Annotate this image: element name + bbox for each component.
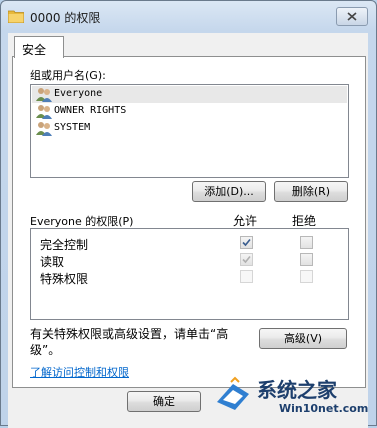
deny-checkbox[interactable] — [300, 270, 313, 283]
deny-checkbox[interactable] — [300, 236, 313, 249]
permission-row: 完全控制 — [31, 234, 348, 250]
user-name: OWNER RIGHTS — [54, 105, 126, 116]
allow-checkbox[interactable] — [240, 253, 253, 266]
permissions-list: 完全控制 读取 特殊权限 — [30, 228, 349, 320]
user-name: Everyone — [54, 88, 102, 99]
site-logo-icon — [213, 376, 253, 416]
users-list[interactable]: Everyone OWNER RIGHTS SYSTEM — [30, 84, 349, 178]
advanced-hint-line1: 有关特殊权限或高级设置，请单击“高 — [30, 325, 228, 342]
watermark-title: 系统之家 — [257, 374, 337, 403]
remove-button[interactable]: 删除(R) — [274, 181, 348, 202]
permissions-label: Everyone 的权限(P) — [30, 213, 133, 229]
watermark: 系统之家 Win10net.com — [213, 372, 373, 420]
permission-row: 特殊权限 — [31, 268, 348, 284]
users-group-icon — [36, 87, 52, 102]
group-users-label: 组或用户名(G): — [30, 67, 106, 83]
user-name: SYSTEM — [54, 122, 90, 133]
allow-header: 允许 — [233, 212, 257, 229]
close-button[interactable] — [336, 7, 368, 26]
permission-name: 特殊权限 — [40, 270, 88, 287]
checkmark-icon — [242, 238, 251, 247]
window-title: 0000 的权限 — [30, 9, 100, 26]
advanced-button[interactable]: 高级(V) — [259, 328, 347, 349]
deny-checkbox[interactable] — [300, 253, 313, 266]
users-group-icon — [36, 104, 52, 119]
tab-security-label: 安全 — [22, 41, 46, 58]
title-bar[interactable]: 0000 的权限 — [1, 1, 376, 31]
folder-icon — [8, 9, 24, 23]
users-group-icon — [36, 121, 52, 136]
add-button[interactable]: 添加(D)... — [192, 181, 266, 202]
list-item[interactable]: SYSTEM — [32, 120, 347, 137]
permission-row: 读取 — [31, 251, 348, 267]
list-item[interactable]: OWNER RIGHTS — [32, 103, 347, 120]
tab-security[interactable]: 安全 — [14, 36, 64, 58]
watermark-subtitle: Win10net.com — [279, 402, 368, 415]
advanced-hint-line2: 级”。 — [30, 341, 60, 358]
deny-header: 拒绝 — [292, 212, 316, 229]
list-item[interactable]: Everyone — [32, 86, 347, 103]
checkmark-icon — [242, 255, 251, 264]
close-icon — [347, 12, 357, 21]
allow-checkbox[interactable] — [240, 236, 253, 249]
ok-button[interactable]: 确定 — [127, 391, 201, 412]
access-control-link[interactable]: 了解访问控制和权限 — [30, 364, 129, 380]
allow-checkbox[interactable] — [240, 270, 253, 283]
